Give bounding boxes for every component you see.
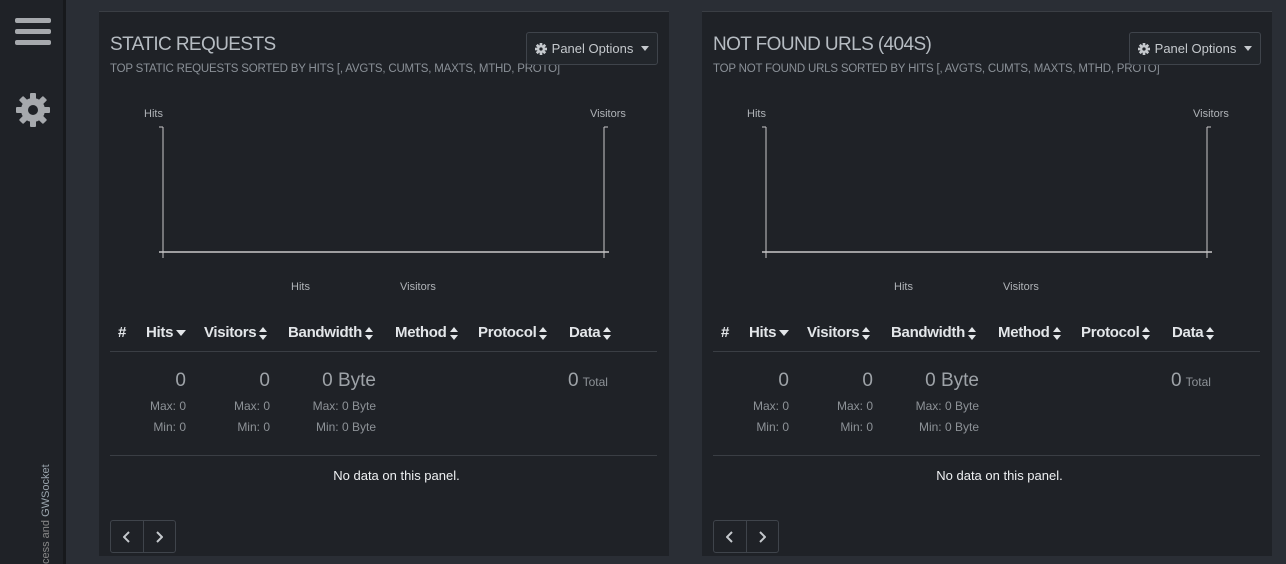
hamburger-menu-icon[interactable] — [15, 18, 51, 48]
bandwidth-max: Max: 0 Byte — [915, 399, 979, 413]
no-data-message: No data on this panel. — [936, 468, 1063, 483]
hits-min: Min: 0 — [756, 420, 789, 434]
bandwidth-total: 0 Byte — [322, 370, 376, 391]
y-axis-left-label: Hits — [144, 108, 163, 120]
sort-icon — [967, 326, 976, 340]
data-total-label: Total — [1185, 375, 1211, 389]
caret-down-icon — [1244, 46, 1253, 51]
chevron-left-icon — [725, 530, 733, 543]
panel-chart: Hits Visitors Hits Visitors — [702, 97, 1272, 297]
sort-desc-icon — [176, 330, 187, 337]
sort-icon — [539, 326, 548, 340]
visitors-max: Max: 0 — [233, 399, 270, 413]
summary-row: 0 Max: 0 Min: 0 0 Max: 0 Min: 0 0 Byte M… — [110, 362, 657, 456]
col-index: # — [118, 324, 127, 341]
panel-subtitle: TOP STATIC REQUESTS SORTED BY HITS [, AV… — [110, 63, 560, 75]
col-hits[interactable]: Hits — [749, 324, 790, 341]
col-bandwidth[interactable]: Bandwidth — [891, 324, 976, 341]
prev-page-button[interactable] — [714, 521, 747, 552]
data-total: 0 — [1171, 370, 1182, 391]
bandwidth-max: Max: 0 Byte — [312, 399, 376, 413]
sort-icon — [862, 326, 871, 340]
panel-title: STATIC REQUESTS — [110, 34, 276, 55]
pagination — [713, 520, 779, 553]
visitors-total: 0 — [259, 370, 270, 391]
col-method[interactable]: Method — [395, 324, 458, 341]
gear-icon — [1137, 42, 1150, 55]
visitors-total: 0 — [862, 370, 873, 391]
col-visitors[interactable]: Visitors — [204, 324, 268, 341]
panel-chart: Hits Visitors Hits Visitors — [99, 97, 669, 297]
hits-max: Max: 0 — [752, 399, 789, 413]
col-hits[interactable]: Hits — [146, 324, 187, 341]
col-protocol[interactable]: Protocol — [1081, 324, 1151, 341]
y-axis-left-label: Hits — [747, 108, 766, 120]
col-protocol[interactable]: Protocol — [478, 324, 548, 341]
table-header: # Hits Visitors Bandwidth Method Protoco… — [110, 318, 657, 352]
y-axis-right-label: Visitors — [590, 108, 626, 120]
panel-not-found-urls: NOT FOUND URLS (404S) TOP NOT FOUND URLS… — [702, 11, 1272, 556]
no-data-message: No data on this panel. — [333, 468, 460, 483]
summary-row: 0 Max: 0 Min: 0 0 Max: 0 Min: 0 0 Byte M… — [713, 362, 1260, 456]
data-total: 0 — [568, 370, 579, 391]
hits-total: 0 — [175, 370, 186, 391]
chevron-left-icon — [122, 530, 130, 543]
panel-options-button[interactable]: Panel Options — [1129, 32, 1261, 65]
sort-icon — [449, 326, 458, 340]
panel-options-label: Panel Options — [551, 41, 634, 56]
pagination — [110, 520, 176, 553]
next-page-button[interactable] — [747, 521, 779, 552]
y-axis-right-label: Visitors — [1193, 108, 1229, 120]
sidebar: cess and GWSocket — [0, 0, 66, 564]
sort-icon — [603, 326, 612, 340]
sort-icon — [259, 326, 268, 340]
panel-options-label: Panel Options — [1154, 41, 1237, 56]
legend-hits: Hits — [291, 281, 310, 293]
gear-icon — [534, 42, 547, 55]
bandwidth-min: Min: 0 Byte — [918, 420, 979, 434]
gwsocket-link[interactable]: GWSocket — [40, 464, 52, 517]
col-data[interactable]: Data — [569, 324, 612, 341]
table-header: # Hits Visitors Bandwidth Method Protoco… — [713, 318, 1260, 352]
col-visitors[interactable]: Visitors — [807, 324, 871, 341]
visitors-min: Min: 0 — [840, 420, 873, 434]
hits-max: Max: 0 — [149, 399, 186, 413]
sort-desc-icon — [779, 330, 790, 337]
bandwidth-total: 0 Byte — [925, 370, 979, 391]
sort-icon — [1052, 326, 1061, 340]
hits-min: Min: 0 — [153, 420, 186, 434]
sort-icon — [1142, 326, 1151, 340]
visitors-max: Max: 0 — [836, 399, 873, 413]
col-index: # — [721, 324, 730, 341]
chevron-right-icon — [156, 530, 164, 543]
legend-hits: Hits — [894, 281, 913, 293]
data-total-label: Total — [582, 375, 608, 389]
gear-icon[interactable] — [15, 92, 51, 128]
panel-options-button[interactable]: Panel Options — [526, 32, 658, 65]
legend-visitors: Visitors — [400, 281, 436, 293]
col-bandwidth[interactable]: Bandwidth — [288, 324, 373, 341]
prev-page-button[interactable] — [111, 521, 144, 552]
sidebar-footer-credit: cess and GWSocket — [40, 464, 52, 564]
legend-visitors: Visitors — [1003, 281, 1039, 293]
col-data[interactable]: Data — [1172, 324, 1215, 341]
col-method[interactable]: Method — [998, 324, 1061, 341]
sort-icon — [364, 326, 373, 340]
next-page-button[interactable] — [144, 521, 176, 552]
panel-static-requests: STATIC REQUESTS TOP STATIC REQUESTS SORT… — [99, 11, 669, 556]
hits-total: 0 — [778, 370, 789, 391]
panel-title: NOT FOUND URLS (404S) — [713, 34, 932, 55]
panel-subtitle: TOP NOT FOUND URLS SORTED BY HITS [, AVG… — [713, 63, 1160, 75]
chevron-right-icon — [759, 530, 767, 543]
visitors-min: Min: 0 — [237, 420, 270, 434]
sort-icon — [1206, 326, 1215, 340]
caret-down-icon — [641, 46, 650, 51]
bandwidth-min: Min: 0 Byte — [315, 420, 376, 434]
